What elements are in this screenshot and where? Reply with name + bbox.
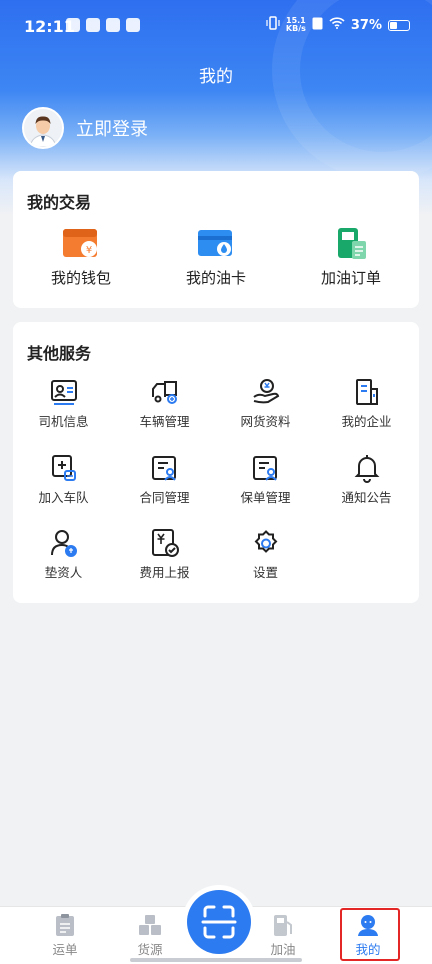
join-fleet-label: 加入车队 (38, 490, 89, 505)
tab-fuel[interactable]: 加油 (253, 913, 313, 958)
services-section-title: 其他服务 (27, 344, 92, 363)
notice-entry[interactable]: 通知公告 (316, 453, 417, 506)
funder-icon (49, 528, 79, 558)
wechat-icon (66, 18, 80, 32)
notice-label: 通知公告 (341, 490, 392, 505)
policy-entry[interactable]: 保单管理 (215, 453, 316, 506)
svg-text:¥: ¥ (86, 245, 92, 256)
vehicle-manage-icon (150, 377, 180, 407)
cargo-data-label: 网货资料 (240, 414, 291, 429)
trade-section-title: 我的交易 (27, 193, 92, 212)
home-indicator[interactable] (130, 958, 302, 962)
wallet-icon: ¥ (62, 227, 100, 261)
active-tab-highlight (340, 908, 400, 961)
driver-info-entry[interactable]: 司机信息 (13, 377, 114, 430)
fuel-order-icon (332, 227, 370, 261)
settings-label: 设置 (252, 565, 278, 580)
vehicle-manage-label: 车辆管理 (139, 414, 190, 429)
driver-info-icon (49, 377, 79, 407)
policy-label: 保单管理 (240, 490, 291, 505)
profile-login-row[interactable]: 立即登录 (22, 107, 148, 149)
wallet-label: 我的钱包 (50, 269, 111, 287)
driver-info-label: 司机信息 (38, 414, 89, 429)
expense-report-icon (150, 528, 180, 558)
join-fleet-entry[interactable]: 加入车队 (13, 453, 114, 506)
enterprise-entry[interactable]: 我的企业 (316, 377, 417, 430)
tab-fuel-label: 加油 (270, 942, 296, 957)
expense-report-entry[interactable]: 费用上报 (114, 528, 215, 581)
cargo-source-icon (138, 913, 162, 937)
notification-icons (66, 18, 140, 32)
contract-entry[interactable]: 合同管理 (114, 453, 215, 506)
vehicle-manage-entry[interactable]: 车辆管理 (114, 377, 215, 430)
contract-icon (150, 453, 180, 483)
funder-label: 垫资人 (44, 565, 83, 580)
login-link[interactable]: 立即登录 (76, 115, 148, 141)
expense-report-label: 费用上报 (139, 565, 190, 580)
fuel-card-icon (197, 227, 235, 261)
app-notify-icon (106, 18, 120, 32)
tab-cargo-source[interactable]: 货源 (120, 913, 180, 958)
gear-icon (251, 528, 281, 558)
sim-icon (312, 17, 323, 34)
policy-icon (251, 453, 281, 483)
cargo-data-entry[interactable]: 网货资料 (215, 377, 316, 430)
page-title: 我的 (199, 67, 233, 87)
wifi-icon (329, 17, 345, 33)
scan-button[interactable] (187, 890, 251, 954)
enterprise-icon (352, 377, 382, 407)
join-fleet-icon (49, 453, 79, 483)
vibrate-icon (266, 16, 280, 34)
tab-waybill-label: 运单 (52, 942, 78, 957)
battery-percent: 37% (350, 17, 382, 33)
settings-entry[interactable]: 设置 (215, 528, 316, 581)
bell-icon (352, 453, 382, 483)
fuel-order-label: 加油订单 (320, 269, 381, 287)
fuel-order-entry[interactable]: 加油订单 (283, 227, 419, 288)
status-bar: 12:11 15.1 KB/s 37% (0, 0, 432, 52)
cargo-data-icon (251, 377, 281, 407)
battery-icon (388, 19, 410, 31)
fuel-card-label: 我的油卡 (185, 269, 246, 287)
contract-label: 合同管理 (139, 490, 190, 505)
net-speed: 15.1 KB/s (285, 16, 306, 33)
wallet-entry[interactable]: ¥ 我的钱包 (13, 227, 149, 288)
tab-waybill[interactable]: 运单 (35, 913, 95, 958)
tab-cargo-source-label: 货源 (137, 942, 163, 957)
scan-icon (201, 905, 237, 939)
avatar[interactable] (22, 107, 64, 149)
my-trade-card: 我的交易 ¥ 我的钱包 我的油卡 加油订单 (13, 171, 419, 308)
mail-icon (86, 18, 100, 32)
fuel-pump-icon (271, 913, 295, 937)
enterprise-label: 我的企业 (341, 414, 392, 429)
waybill-icon (53, 913, 77, 937)
play-icon (126, 18, 140, 32)
other-services-card: 其他服务 司机信息 车辆管理 网货资料 我的企业 加入车队 合同管理 保单管理 … (13, 322, 419, 603)
fuel-card-entry[interactable]: 我的油卡 (148, 227, 284, 288)
funder-entry[interactable]: 垫资人 (13, 528, 114, 581)
